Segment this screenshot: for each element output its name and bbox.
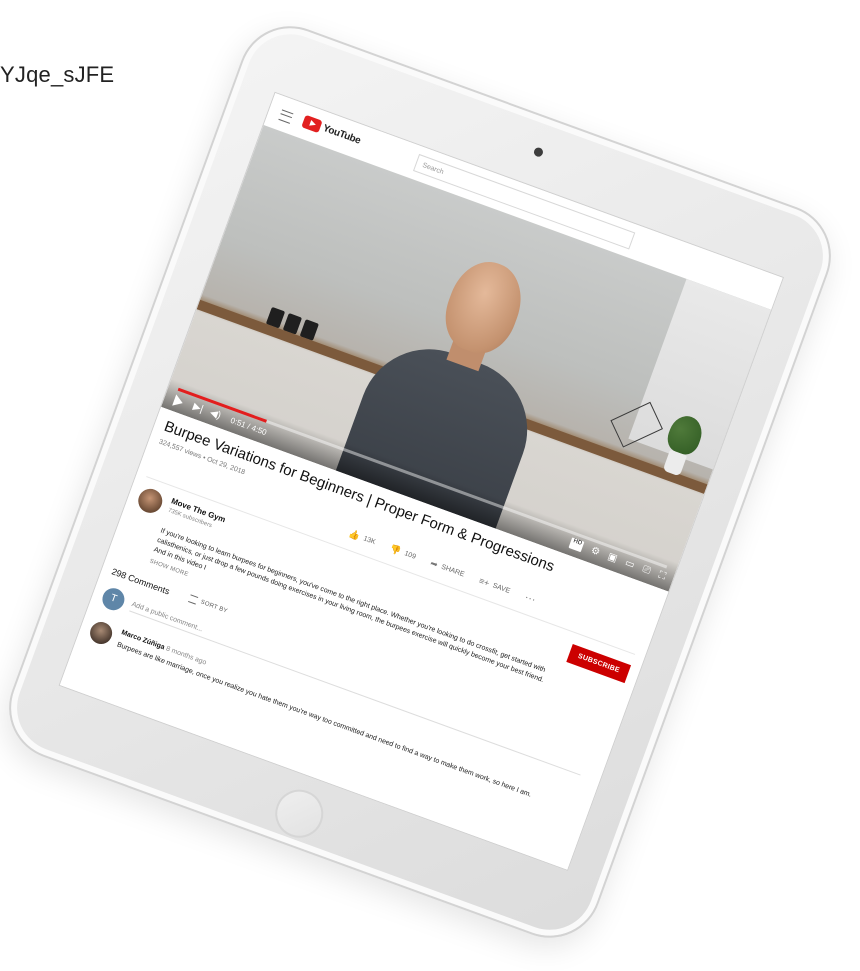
dislike-count: 109 bbox=[403, 549, 417, 561]
share-label: SHARE bbox=[440, 563, 466, 579]
theater-mode-icon[interactable]: ▭ bbox=[623, 557, 636, 571]
more-options-icon[interactable]: ··· bbox=[523, 591, 537, 606]
like-button[interactable]: 👍 13K bbox=[347, 528, 377, 548]
home-button bbox=[268, 782, 331, 845]
share-arrow-icon: ➦ bbox=[429, 557, 440, 570]
cast-icon[interactable]: ⎚ bbox=[641, 564, 652, 577]
play-icon[interactable] bbox=[172, 394, 185, 409]
sort-icon bbox=[188, 594, 199, 605]
save-label: SAVE bbox=[491, 581, 512, 595]
share-button[interactable]: ➦ SHARE bbox=[429, 557, 466, 580]
fullscreen-icon[interactable]: ⛶ bbox=[657, 570, 667, 583]
playlist-add-icon: ≡+ bbox=[477, 575, 491, 589]
like-count: 13K bbox=[362, 534, 377, 546]
miniplayer-icon[interactable]: ▣ bbox=[606, 551, 619, 565]
next-icon[interactable]: ▶| bbox=[191, 401, 204, 416]
youtube-wordmark: YouTube bbox=[321, 122, 362, 147]
hd-badge: HD bbox=[568, 537, 585, 553]
user-avatar: T bbox=[99, 585, 128, 614]
thumbs-down-icon: 👎 bbox=[388, 542, 403, 556]
dislike-button[interactable]: 👎 109 bbox=[389, 543, 418, 563]
video-actions: 👍 13K 👎 109 ➦ SHARE ≡+ SAVE ··· bbox=[347, 527, 538, 607]
url-fragment-text: YJqe_sJFE bbox=[0, 62, 115, 87]
volume-icon[interactable]: ◀) bbox=[208, 407, 222, 422]
channel-avatar[interactable] bbox=[134, 485, 166, 517]
commenter-avatar[interactable] bbox=[87, 618, 116, 648]
tablet-device: YouTube Search ▶| ◀) 0:51 / 4:50 HD ⚙ ▣ … bbox=[0, 11, 846, 953]
sort-by-button[interactable]: SORT BY bbox=[188, 594, 229, 615]
save-button[interactable]: ≡+ SAVE bbox=[478, 575, 512, 596]
front-camera bbox=[532, 146, 545, 158]
sort-by-label: SORT BY bbox=[199, 599, 229, 615]
thumbs-up-icon: 👍 bbox=[347, 527, 362, 541]
settings-gear-icon[interactable]: ⚙ bbox=[589, 545, 601, 558]
hamburger-menu-icon[interactable] bbox=[278, 109, 294, 124]
tablet-screen: YouTube Search ▶| ◀) 0:51 / 4:50 HD ⚙ ▣ … bbox=[58, 91, 785, 872]
youtube-play-icon bbox=[301, 114, 323, 134]
